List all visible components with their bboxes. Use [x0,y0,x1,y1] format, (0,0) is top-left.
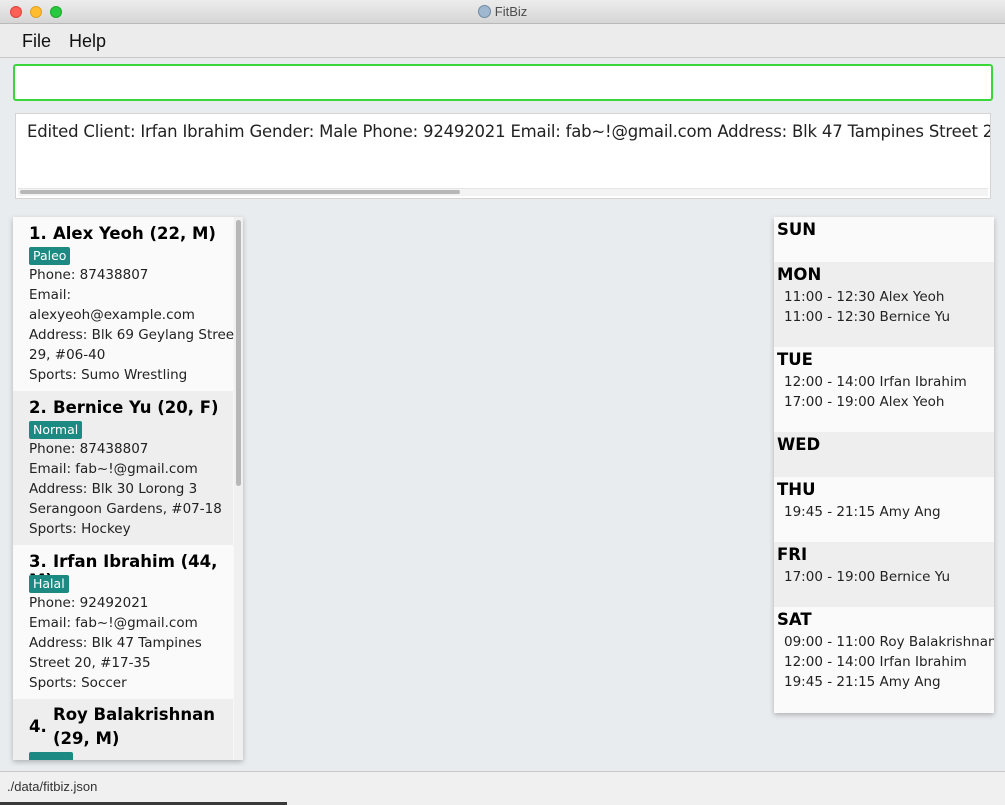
client-email: alexyeoh@example.com [29,307,195,323]
client-card[interactable]: 2. Bernice Yu (20, F) Normal Phone: 87438… [13,391,233,545]
appointment-item[interactable]: 17:00 - 19:00 Alex Yeoh [784,394,944,410]
window-titlebar: FitBiz [0,0,1005,24]
diet-badge: Paleo [29,247,71,265]
client-address-cont: 29, #06-40 [29,347,106,363]
diet-badge: Halal [29,575,69,593]
client-address-cont: Serangoon Gardens, #07-18 [29,501,222,517]
client-card[interactable]: 1. Alex Yeoh (22, M) Paleo Phone: 8743880… [13,217,239,391]
client-email: Email: fab~!@gmail.com [29,615,198,631]
day-tue: TUE 12:00 - 14:00 Irfan Ibrahim 17:00 - … [774,347,994,432]
result-display: Edited Client: Irfan Ibrahim Gender: Mal… [15,113,991,199]
diet-badge [29,752,73,760]
client-address: Address: Blk 69 Geylang Street [29,327,240,343]
day-sun: SUN [774,217,994,262]
window-title: FitBiz [494,4,528,19]
client-name-cont: (29, M) [53,729,120,748]
menu-file[interactable]: File [22,31,51,52]
client-name: 1. Alex Yeoh (22, M) [29,224,216,243]
result-message: Edited Client: Irfan Ibrahim Gender: Mal… [27,122,991,141]
client-name: 2. Bernice Yu (20, F) [29,398,219,417]
client-list-scroll-thumb[interactable] [236,220,241,486]
client-sports: Sports: Soccer [29,675,127,691]
client-email: Email: fab~!@gmail.com [29,461,198,477]
client-address: Address: Blk 30 Lorong 3 [29,481,198,497]
appointment-item[interactable]: 19:45 - 21:15 Amy Ang [784,504,941,520]
day-mon: MON 11:00 - 12:30 Alex Yeoh 11:00 - 12:3… [774,262,994,347]
client-phone: Phone: 92492021 [29,595,149,611]
client-email-label: Email: [29,287,72,303]
day-label: THU [777,480,816,499]
day-wed: WED [774,432,994,477]
day-label: FRI [777,545,808,564]
client-list-panel: 1. Alex Yeoh (22, M) Paleo Phone: 8743880… [13,217,243,760]
day-label: SUN [777,220,817,239]
day-sat: SAT 09:00 - 11:00 Roy Balakrishnan 12:00… [774,607,994,713]
appointment-item[interactable]: 12:00 - 14:00 Irfan Ibrahim [784,374,967,390]
window-title-wrap: FitBiz [0,4,1005,19]
appointment-item[interactable]: 12:00 - 14:00 Irfan Ibrahim [784,654,967,670]
diet-badge: Normal [29,421,83,439]
client-address: Address: Blk 47 Tampines [29,635,202,651]
client-phone: Phone: 87438807 [29,441,149,457]
client-phone: Phone: 87438807 [29,267,149,283]
command-input[interactable] [13,64,993,101]
client-list-scrollbar[interactable] [234,217,243,760]
client-sports: Sports: Hockey [29,521,131,537]
client-address-cont: Street 20, #17-35 [29,655,151,671]
status-bar: ./data/fitbiz.json [0,771,1005,805]
result-scroll-thumb[interactable] [20,190,460,194]
result-horizontal-scrollbar[interactable] [18,188,988,196]
appointment-item[interactable]: 19:45 - 21:15 Amy Ang [784,674,941,690]
schedule-panel: SUN MON 11:00 - 12:30 Alex Yeoh 11:00 - … [774,217,994,713]
appointment-item[interactable]: 11:00 - 12:30 Bernice Yu [784,309,950,325]
client-card[interactable]: 4.Roy Balakrishnan (29, M) [13,699,233,760]
day-label: MON [777,265,822,284]
appointment-item[interactable]: 09:00 - 11:00 Roy Balakrishnan [784,634,994,650]
data-file-path: ./data/fitbiz.json [7,779,98,794]
appointment-item[interactable]: 17:00 - 19:00 Bernice Yu [784,569,950,585]
day-label: WED [777,435,821,454]
day-label: SAT [777,610,812,629]
day-label: TUE [777,350,813,369]
day-fri: FRI 17:00 - 19:00 Bernice Yu [774,542,994,607]
fitbiz-app-icon [477,5,491,18]
day-thu: THU 19:45 - 21:15 Amy Ang [774,477,994,542]
client-name: 4.Roy Balakrishnan [29,705,216,736]
client-card[interactable]: 3.Irfan Ibrahim (44, M) Halal Phone: 924… [13,545,233,699]
client-sports: Sports: Sumo Wrestling [29,367,188,383]
menu-bar: File Help [0,24,1005,58]
menu-help[interactable]: Help [69,31,106,52]
appointment-item[interactable]: 11:00 - 12:30 Alex Yeoh [784,289,944,305]
